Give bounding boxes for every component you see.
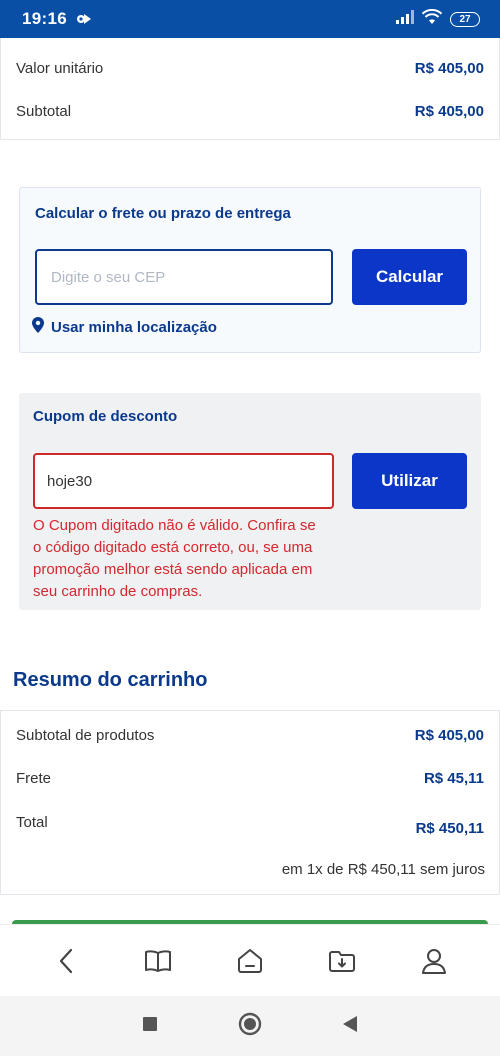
unit-price-label: Valor unitário	[16, 60, 104, 77]
system-navigation-bar	[0, 996, 500, 1056]
use-location-link[interactable]: Usar minha localização	[32, 317, 217, 337]
total-label: Total	[16, 814, 48, 831]
use-location-label: Usar minha localização	[51, 318, 217, 336]
installments-text: em 1x de R$ 450,11 sem juros	[281, 861, 485, 878]
item-summary: Valor unitário R$ 405,00 Subtotal R$ 405…	[0, 38, 500, 140]
coupon-title: Cupom de desconto	[33, 408, 178, 425]
bookmarks-icon[interactable]	[136, 939, 180, 983]
browser-bottom-bar	[0, 924, 500, 996]
home-circle-icon[interactable]	[238, 1012, 262, 1041]
total-row: Total R$ 450,11	[16, 814, 484, 837]
subtotal-label: Subtotal	[16, 103, 72, 120]
shipping-title: Calcular o frete ou prazo de entrega	[35, 205, 291, 222]
cart-summary: Subtotal de produtos R$ 405,00 Frete R$ …	[0, 710, 500, 895]
unit-price-row: Valor unitário R$ 405,00	[16, 60, 484, 77]
location-pin-icon	[32, 317, 44, 337]
coupon-input[interactable]	[33, 453, 334, 509]
back-icon[interactable]	[44, 939, 88, 983]
shipping-value: R$ 45,11	[423, 770, 484, 787]
signal-icon	[396, 9, 414, 29]
back-triangle-icon[interactable]	[342, 1015, 358, 1038]
battery-icon: 27	[450, 11, 480, 27]
recents-icon[interactable]	[142, 1016, 158, 1037]
profile-icon[interactable]	[412, 939, 456, 983]
status-right: 27	[396, 8, 480, 30]
coupon-section: Cupom de desconto Utilizar O Cupom digit…	[19, 393, 481, 610]
shipping-calculator: Calcular o frete ou prazo de entrega Cal…	[19, 187, 481, 353]
notification-icon	[75, 11, 93, 27]
status-bar: 19:16 27	[0, 0, 500, 38]
unit-price-value: R$ 405,00	[414, 60, 484, 77]
downloads-icon[interactable]	[320, 939, 364, 983]
cep-input[interactable]	[35, 249, 333, 305]
status-time: 19:16	[22, 9, 67, 28]
subtotal-row: Subtotal R$ 405,00	[16, 103, 484, 120]
products-subtotal-label: Subtotal de produtos	[16, 727, 155, 744]
products-subtotal-value: R$ 405,00	[414, 727, 484, 744]
total-value: R$ 450,11	[415, 820, 484, 837]
wifi-icon	[421, 8, 443, 30]
cart-summary-title: Resumo do carrinho	[13, 669, 208, 691]
shipping-row: Frete R$ 45,11	[16, 770, 484, 787]
products-subtotal-row: Subtotal de produtos R$ 405,00	[16, 727, 484, 744]
apply-coupon-button[interactable]: Utilizar	[352, 453, 467, 509]
calculate-button[interactable]: Calcular	[352, 249, 467, 305]
subtotal-value: R$ 405,00	[414, 103, 484, 120]
coupon-error-message: O Cupom digitado não é válido. Confira s…	[33, 517, 316, 600]
shipping-label: Frete	[16, 770, 52, 787]
home-icon[interactable]	[228, 939, 272, 983]
